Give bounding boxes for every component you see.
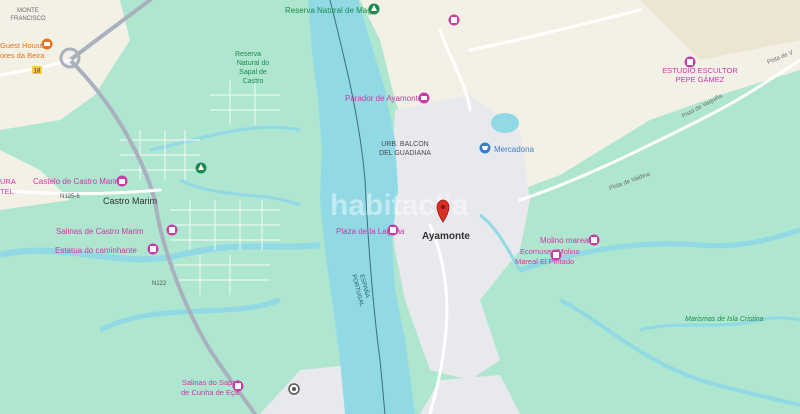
label-monte-2[interactable]: FRANCISCO	[10, 16, 46, 22]
label-mercadona[interactable]: Mercadona	[494, 145, 535, 154]
map-canvas[interactable]: Reserva Natural de Mago Reserva Natural …	[0, 0, 800, 414]
landmark-icon[interactable]	[147, 243, 159, 255]
label-reserva-castro-4[interactable]: Castro	[243, 78, 264, 85]
museum-icon[interactable]	[588, 234, 600, 246]
label-guest-house-2[interactable]: ores da Beira	[0, 51, 45, 60]
label-ura-2[interactable]: TEL	[0, 187, 14, 196]
label-reserva-mago[interactable]: Reserva Natural de Mago	[285, 6, 377, 15]
label-castro-marim[interactable]: Castro Marim	[103, 196, 157, 206]
label-marismas[interactable]: Marismas de Isla Cristina	[685, 316, 764, 323]
label-urb-2[interactable]: DEL GUADIANA	[379, 150, 431, 157]
label-estatua[interactable]: Estatua do caminhante	[55, 246, 137, 255]
landmark-icon[interactable]	[232, 380, 244, 392]
label-ayamonte[interactable]: Ayamonte	[422, 231, 470, 242]
road-badge-18: 18	[32, 66, 42, 75]
lake	[491, 113, 519, 133]
label-molino[interactable]: Molino mareal	[540, 236, 590, 245]
road-badge-18-text: 18	[34, 69, 41, 75]
hotel-icon[interactable]	[418, 92, 430, 104]
label-reserva-castro-3[interactable]: Sapal de	[239, 69, 267, 76]
label-salinas-sapal-2[interactable]: de Cunha de Eça	[181, 388, 240, 397]
label-castelo[interactable]: Castelo de Castro Marim	[33, 177, 122, 186]
landmark-icon[interactable]	[387, 224, 399, 236]
label-salinas-castro[interactable]: Salinas de Castro Marim	[56, 227, 144, 236]
label-n125-6[interactable]: N125-6	[60, 194, 80, 200]
museum-icon[interactable]	[550, 249, 562, 261]
label-estudio-2[interactable]: PEPE GÁMEZ	[676, 75, 725, 84]
landmark-icon[interactable]	[166, 224, 178, 236]
train-station-icon[interactable]	[288, 383, 300, 395]
label-salinas-sapal-1[interactable]: Salinas do Sapal	[182, 378, 239, 387]
label-ura-1[interactable]: URA	[0, 177, 16, 186]
label-n122[interactable]: N122	[152, 281, 167, 287]
museum-icon[interactable]	[448, 14, 460, 26]
castle-icon[interactable]	[116, 175, 128, 187]
label-estudio-1[interactable]: ESTUDIO ESCULTOR	[662, 66, 738, 75]
label-ecomuseo-2[interactable]: Mareal El Pintado	[515, 257, 574, 266]
label-guest-house-1[interactable]: Guest House	[0, 41, 44, 50]
label-ecomuseo-1[interactable]: Ecomuseo Molino	[520, 247, 580, 256]
label-parador[interactable]: Parador de Ayamonte	[345, 94, 423, 103]
label-urb-1[interactable]: URB. BALCON	[381, 141, 428, 148]
hotel-icon[interactable]	[41, 38, 53, 50]
label-monte-1[interactable]: MONTE	[17, 8, 39, 14]
park-icon[interactable]	[195, 162, 207, 174]
park-icon[interactable]	[368, 3, 380, 15]
label-reserva-castro-1[interactable]: Reserva	[235, 51, 261, 58]
label-reserva-castro-2[interactable]: Natural do	[237, 60, 269, 67]
museum-icon[interactable]	[684, 56, 696, 68]
shopping-cart-icon[interactable]	[479, 142, 491, 154]
